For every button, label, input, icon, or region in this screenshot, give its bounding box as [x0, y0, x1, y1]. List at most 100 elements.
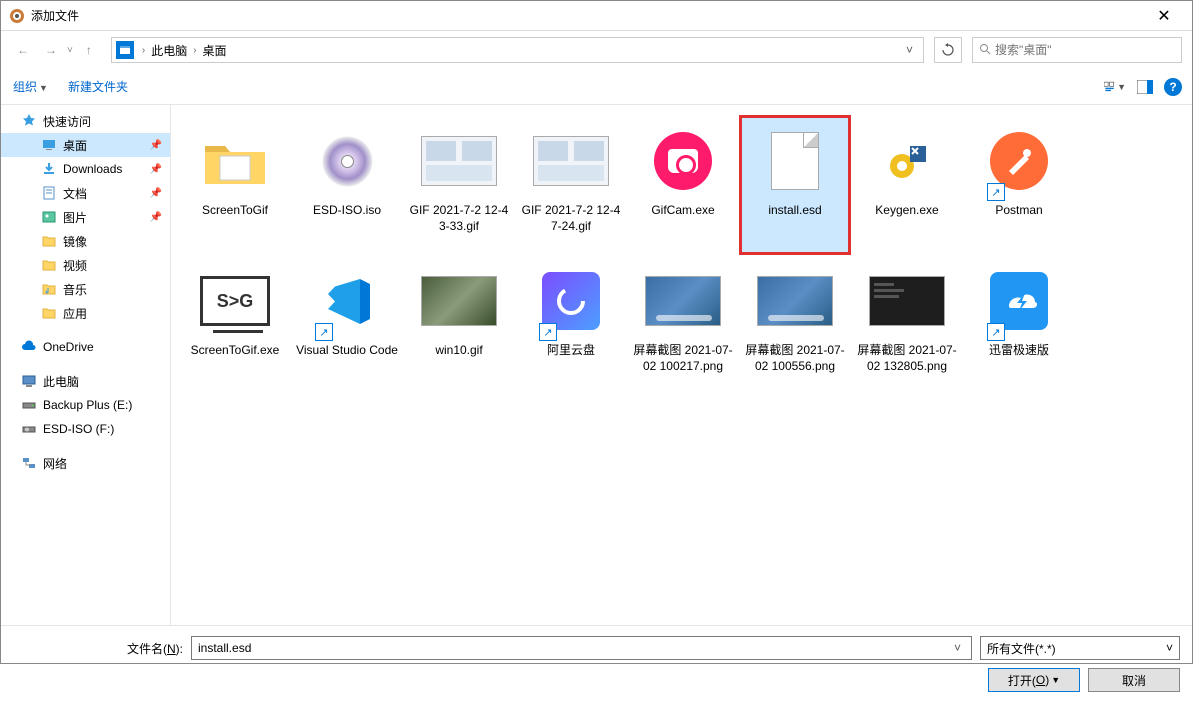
nav-recent-dropdown[interactable]: ˅ [67, 45, 73, 56]
documents-icon [41, 185, 57, 201]
app-icon [9, 8, 25, 24]
file-label: Visual Studio Code [292, 341, 402, 359]
file-label: GifCam.exe [647, 201, 718, 219]
file-item[interactable]: 屏幕截图 2021-07-02 100556.png [739, 255, 851, 395]
sidebar-item-桌面[interactable]: 桌面📌 [1, 133, 170, 157]
shortcut-overlay-icon: ↗ [315, 323, 333, 341]
pin-icon: 📌 [150, 164, 162, 175]
file-item[interactable]: GIF 2021-7-2 12-47-24.gif [515, 115, 627, 255]
file-label: 迅雷极速版 [985, 341, 1053, 359]
address-bar[interactable]: › 此电脑 › 桌面 ˅ [111, 37, 924, 63]
sidebar-item-文档[interactable]: 文档📌 [1, 181, 170, 205]
filename-dropdown[interactable]: ˅ [950, 641, 965, 655]
location-icon [116, 41, 134, 59]
sidebar-onedrive[interactable]: OneDrive [1, 335, 170, 359]
nav-up-button[interactable]: ↑ [77, 38, 101, 62]
file-item[interactable]: S>GScreenToGif.exe [179, 255, 291, 395]
file-item[interactable]: GIF 2021-7-2 12-43-33.gif [403, 115, 515, 255]
sidebar-quick-access[interactable]: 快速访问 [1, 109, 170, 133]
toolbar: 组织▼ 新建文件夹 ▼ ? [1, 69, 1192, 105]
cancel-button[interactable]: 取消 [1088, 668, 1180, 692]
file-icon [307, 121, 387, 201]
cloud-icon [21, 339, 37, 355]
sidebar-drive[interactable]: ESD-ISO (F:) [1, 417, 170, 441]
file-type-filter[interactable]: 所有文件(*.*) ˅ [980, 636, 1180, 660]
sidebar-item-downloads[interactable]: Downloads📌 [1, 157, 170, 181]
file-icon: ↗ [531, 261, 611, 341]
sidebar: 快速访问 桌面📌Downloads📌文档📌图片📌镜像视频音乐应用 OneDriv… [1, 105, 171, 625]
file-icon: ↗ [307, 261, 387, 341]
file-item[interactable]: GifCam.exe [627, 115, 739, 255]
sidebar-item-视频[interactable]: 视频 [1, 253, 170, 277]
nav-forward-button[interactable]: → [39, 38, 63, 62]
file-label: GIF 2021-7-2 12-43-33.gif [403, 201, 515, 234]
star-icon [21, 113, 37, 129]
file-icon [195, 121, 275, 201]
drive-icon [21, 397, 37, 413]
desktop-icon [41, 137, 57, 153]
file-item[interactable]: install.esd [739, 115, 851, 255]
view-thumbnails-button[interactable]: ▼ [1104, 76, 1126, 98]
file-item[interactable]: Keygen.exe [851, 115, 963, 255]
sidebar-drive[interactable]: Backup Plus (E:) [1, 393, 170, 417]
pictures-icon [41, 209, 57, 225]
sidebar-item-应用[interactable]: 应用 [1, 301, 170, 325]
file-item[interactable]: ESD-ISO.iso [291, 115, 403, 255]
file-icon [419, 121, 499, 201]
file-icon [867, 121, 947, 201]
address-dropdown[interactable]: ˅ [900, 43, 919, 57]
file-item[interactable]: win10.gif [403, 255, 515, 395]
file-item[interactable]: 屏幕截图 2021-07-02 100217.png [627, 255, 739, 395]
refresh-button[interactable] [934, 37, 962, 63]
breadcrumb-arrow[interactable]: › [191, 45, 198, 56]
file-label: 屏幕截图 2021-07-02 100556.png [739, 341, 851, 374]
help-button[interactable]: ? [1164, 78, 1182, 96]
pin-icon: 📌 [150, 188, 162, 199]
navigation-bar: ← → ˅ ↑ › 此电脑 › 桌面 ˅ [1, 31, 1192, 69]
nav-back-button[interactable]: ← [11, 38, 35, 62]
file-label: ScreenToGif.exe [187, 341, 284, 359]
breadcrumb-this-pc[interactable]: 此电脑 [147, 42, 191, 59]
breadcrumb-desktop[interactable]: 桌面 [199, 42, 231, 59]
file-item[interactable]: ↗Postman [963, 115, 1075, 255]
filename-combobox[interactable]: ˅ [191, 636, 972, 660]
file-item[interactable]: ↗Visual Studio Code [291, 255, 403, 395]
chevron-down-icon: ˅ [1166, 641, 1173, 655]
search-box[interactable] [972, 37, 1182, 63]
folder-music-icon [41, 281, 57, 297]
file-item[interactable]: ↗阿里云盘 [515, 255, 627, 395]
sidebar-item-镜像[interactable]: 镜像 [1, 229, 170, 253]
shortcut-overlay-icon: ↗ [987, 323, 1005, 341]
search-icon [979, 43, 991, 58]
file-icon: ↗ [979, 261, 1059, 341]
sidebar-network[interactable]: 网络 [1, 451, 170, 475]
file-label: install.esd [764, 201, 825, 219]
file-item[interactable]: 屏幕截图 2021-07-02 132805.png [851, 255, 963, 395]
new-folder-button[interactable]: 新建文件夹 [68, 78, 128, 95]
pin-icon: 📌 [150, 140, 162, 151]
file-icon [531, 121, 611, 201]
shortcut-overlay-icon: ↗ [987, 183, 1005, 201]
sidebar-this-pc[interactable]: 此电脑 [1, 369, 170, 393]
file-grid[interactable]: ScreenToGifESD-ISO.isoGIF 2021-7-2 12-43… [171, 105, 1192, 625]
folder-icon [41, 305, 57, 321]
organize-menu[interactable]: 组织▼ [13, 78, 48, 95]
sidebar-item-图片[interactable]: 图片📌 [1, 205, 170, 229]
file-label: GIF 2021-7-2 12-47-24.gif [515, 201, 627, 234]
preview-pane-button[interactable] [1134, 76, 1156, 98]
disc-drive-icon [21, 421, 37, 437]
file-icon [643, 121, 723, 201]
search-input[interactable] [995, 43, 1175, 57]
filename-input[interactable] [198, 641, 950, 655]
network-icon [21, 455, 37, 471]
open-button[interactable]: 打开(O)▼ [988, 668, 1080, 692]
sidebar-item-音乐[interactable]: 音乐 [1, 277, 170, 301]
breadcrumb-root-arrow[interactable]: › [140, 45, 147, 56]
file-item[interactable]: ScreenToGif [179, 115, 291, 255]
title-bar: 添加文件 ✕ [1, 1, 1192, 31]
file-item[interactable]: ↗迅雷极速版 [963, 255, 1075, 395]
window-close-button[interactable]: ✕ [1144, 6, 1184, 26]
filename-label: 文件名(N): [13, 640, 183, 657]
file-icon [419, 261, 499, 341]
file-icon [755, 261, 835, 341]
